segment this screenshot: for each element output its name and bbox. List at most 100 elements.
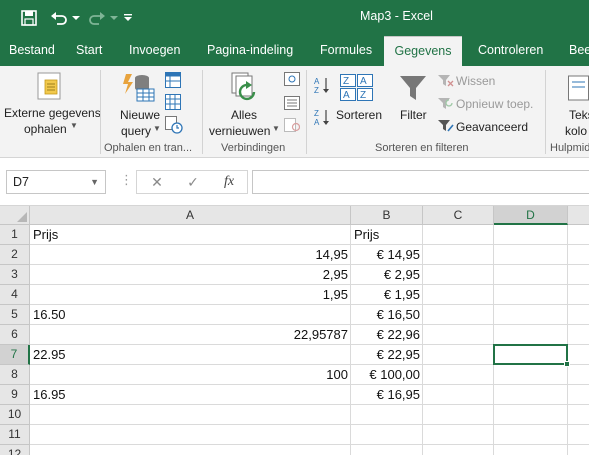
column-header-e[interactable]	[568, 206, 589, 225]
row-header[interactable]: 2	[0, 245, 30, 265]
row-header[interactable]: 5	[0, 305, 30, 325]
text-to-columns-label-2[interactable]: kolo	[565, 124, 587, 138]
cell-e[interactable]	[568, 385, 589, 405]
select-all-button[interactable]	[0, 206, 30, 225]
insert-function-icon[interactable]: fx	[219, 173, 239, 191]
cell-d[interactable]	[494, 365, 568, 385]
cell-a[interactable]: 16.95	[30, 385, 351, 405]
filter-icon[interactable]	[399, 74, 427, 105]
tab-start[interactable]: Start	[76, 36, 102, 66]
cell-e[interactable]	[568, 245, 589, 265]
worksheet-grid[interactable]: A B C D 1 Prijs Prijs 2 14,95 € 14,95 3 2,95 € 2…	[0, 206, 589, 455]
cell-c[interactable]	[423, 265, 494, 285]
refresh-all-label[interactable]: Alles	[231, 108, 257, 122]
tab-bestand[interactable]: Bestand	[9, 36, 55, 66]
cell-c[interactable]	[423, 405, 494, 425]
column-header-d[interactable]: D	[494, 206, 568, 225]
tab-pagina-indeling[interactable]: Pagina-indeling	[207, 36, 293, 66]
cell-c[interactable]	[423, 385, 494, 405]
row-header[interactable]: 3	[0, 265, 30, 285]
cell-a[interactable]: Prijs	[30, 225, 351, 245]
cell-d[interactable]	[494, 425, 568, 445]
redo-dropdown-icon[interactable]	[108, 6, 120, 30]
recent-sources-icon[interactable]	[165, 116, 183, 137]
properties-icon[interactable]	[284, 96, 300, 113]
cell-b[interactable]: € 100,00	[351, 365, 423, 385]
cell-a[interactable]: 16.50	[30, 305, 351, 325]
row-header[interactable]: 10	[0, 405, 30, 425]
cell-a[interactable]: 22,95787	[30, 325, 351, 345]
tab-gegevens[interactable]: Gegevens	[384, 36, 462, 66]
chevron-down-icon[interactable]: ▼	[153, 124, 161, 133]
row-header[interactable]: 8	[0, 365, 30, 385]
cell-b[interactable]: € 1,95	[351, 285, 423, 305]
from-table-icon[interactable]	[165, 94, 181, 113]
row-header[interactable]: 4	[0, 285, 30, 305]
row-header[interactable]: 1	[0, 225, 30, 245]
cell-c[interactable]	[423, 325, 494, 345]
cell-a[interactable]	[30, 425, 351, 445]
customize-qat-icon[interactable]	[121, 6, 135, 30]
cell-c[interactable]	[423, 305, 494, 325]
tab-controleren[interactable]: Controleren	[478, 36, 543, 66]
name-box[interactable]: D7 ▼	[6, 170, 106, 194]
row-header[interactable]: 6	[0, 325, 30, 345]
cell-b[interactable]: € 16,50	[351, 305, 423, 325]
cell-b[interactable]: € 14,95	[351, 245, 423, 265]
cell-c[interactable]	[423, 245, 494, 265]
cell-a[interactable]	[30, 405, 351, 425]
advanced-filter-icon[interactable]	[438, 119, 454, 136]
row-header[interactable]: 11	[0, 425, 30, 445]
row-header[interactable]: 9	[0, 385, 30, 405]
cell-b[interactable]: € 22,95	[351, 345, 423, 365]
new-query-label-2[interactable]: query	[121, 124, 151, 138]
tab-invoegen[interactable]: Invoegen	[129, 36, 180, 66]
cell-e[interactable]	[568, 305, 589, 325]
sort-descending-icon[interactable]: ZA	[314, 108, 330, 129]
redo-icon[interactable]	[86, 6, 108, 30]
cell-c[interactable]	[423, 285, 494, 305]
cell-b[interactable]: € 22,96	[351, 325, 423, 345]
row-header[interactable]: 7	[0, 345, 30, 365]
column-header-c[interactable]: C	[423, 206, 494, 225]
cell-d[interactable]	[494, 245, 568, 265]
cell-a[interactable]: 14,95	[30, 245, 351, 265]
cell-e[interactable]	[568, 425, 589, 445]
cell-d[interactable]	[494, 325, 568, 345]
external-data-label-2[interactable]: ophalen	[24, 122, 67, 136]
cell-a[interactable]	[30, 445, 351, 455]
chevron-down-icon[interactable]: ▼	[90, 171, 99, 193]
cell-a[interactable]: 100	[30, 365, 351, 385]
external-data-label[interactable]: Externe gegevens	[4, 106, 101, 120]
cell-c[interactable]	[423, 365, 494, 385]
row-header[interactable]: 12	[0, 445, 30, 455]
filter-label[interactable]: Filter	[400, 108, 427, 122]
refresh-all-icon[interactable]	[230, 72, 262, 107]
sort-label[interactable]: Sorteren	[336, 108, 382, 122]
new-query-icon[interactable]	[122, 72, 156, 105]
cell-d[interactable]	[494, 385, 568, 405]
cell-c[interactable]	[423, 425, 494, 445]
cell-d[interactable]	[494, 445, 568, 455]
cell-d[interactable]	[494, 405, 568, 425]
fill-handle[interactable]	[564, 361, 570, 367]
cell-d[interactable]	[494, 305, 568, 325]
cell-e[interactable]	[568, 325, 589, 345]
text-to-columns-icon[interactable]	[568, 74, 589, 105]
cell-b[interactable]	[351, 445, 423, 455]
cell-d[interactable]	[494, 285, 568, 305]
undo-dropdown-icon[interactable]	[70, 6, 82, 30]
new-query-label[interactable]: Nieuwe	[120, 108, 160, 122]
column-header-a[interactable]: A	[30, 206, 351, 225]
text-to-columns-label[interactable]: Teks	[569, 108, 589, 122]
chevron-down-icon[interactable]: ▼	[272, 124, 280, 133]
cell-d[interactable]	[494, 345, 568, 365]
tab-beeld[interactable]: Bee	[569, 36, 589, 66]
show-queries-icon[interactable]	[165, 72, 181, 91]
cell-c[interactable]	[423, 345, 494, 365]
cell-e[interactable]	[568, 225, 589, 245]
cell-e[interactable]	[568, 265, 589, 285]
cell-c[interactable]	[423, 445, 494, 455]
cell-b[interactable]	[351, 405, 423, 425]
cell-e[interactable]	[568, 345, 589, 365]
